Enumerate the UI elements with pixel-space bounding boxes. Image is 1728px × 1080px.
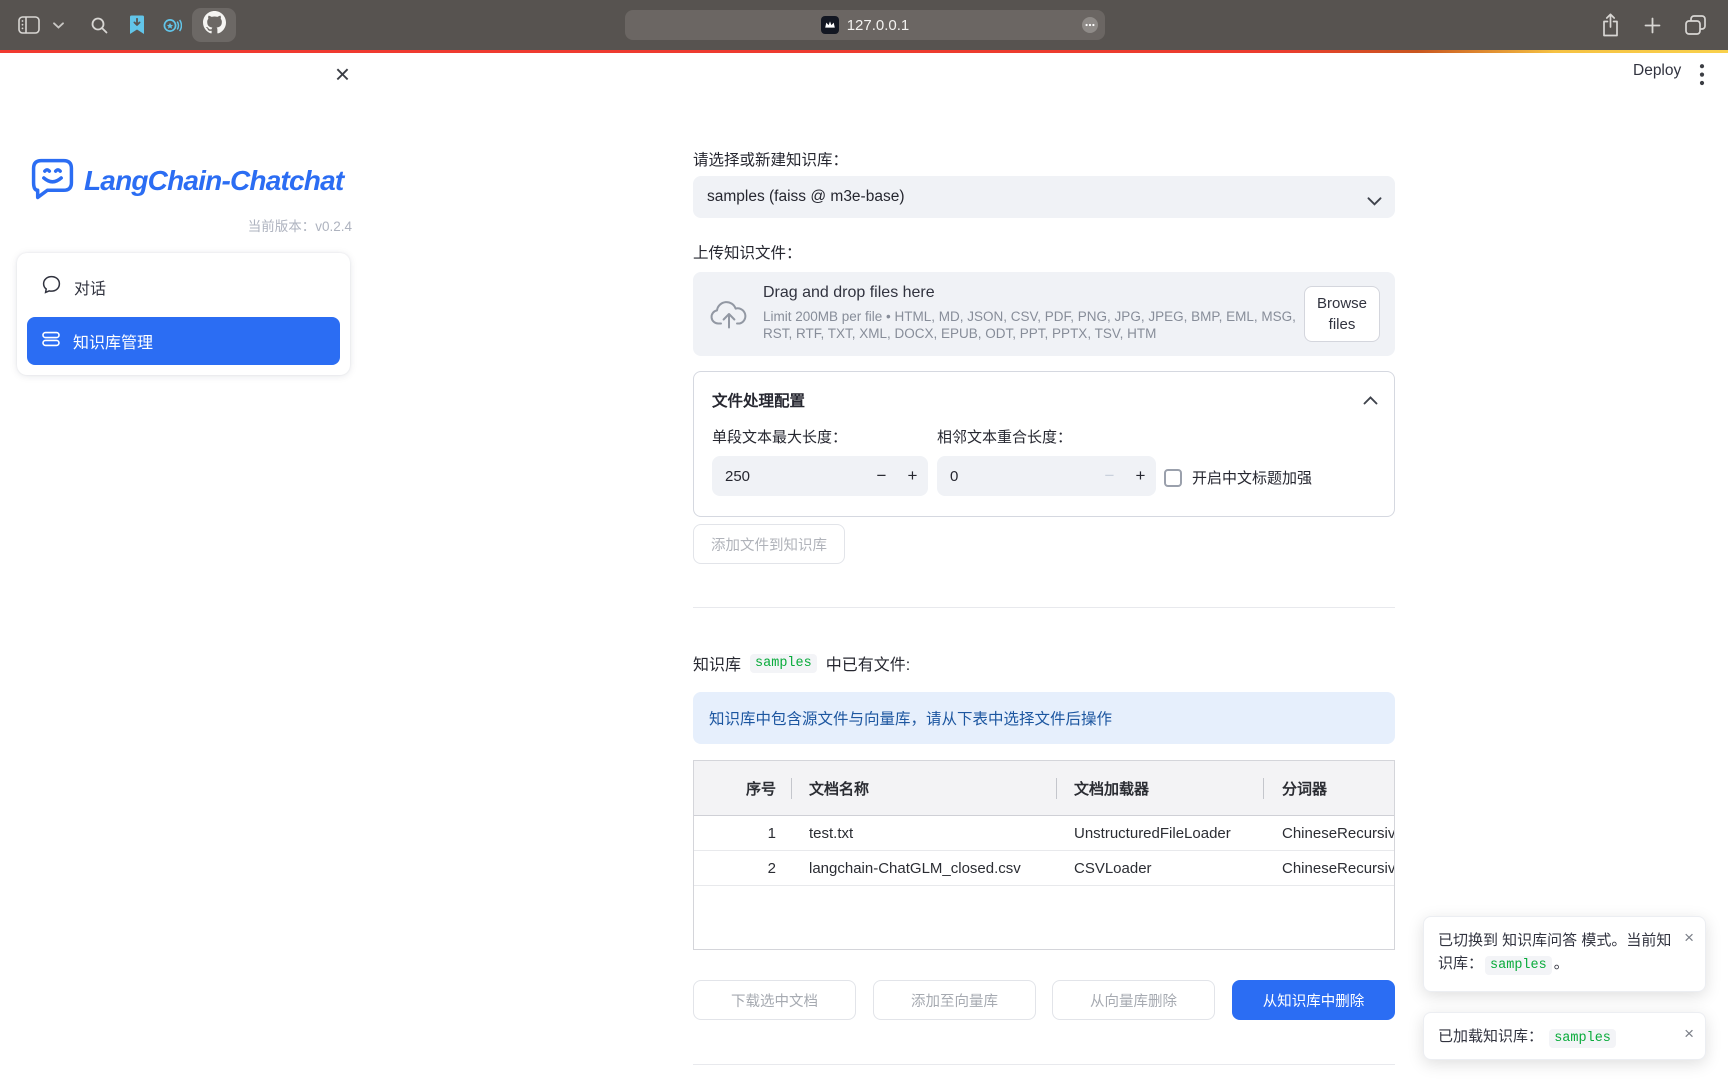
toast-close-icon[interactable]: × <box>1684 1022 1694 1045</box>
cell-loader: CSVLoader <box>1056 860 1263 877</box>
github-tab[interactable] <box>192 8 236 42</box>
chunk-overlap-input[interactable]: 0 − + <box>937 456 1156 496</box>
expander-title: 文件处理配置 <box>712 389 805 411</box>
zh-title-enhance-label: 开启中文标题加强 <box>1192 467 1312 488</box>
chevron-down-icon <box>1367 193 1382 211</box>
cell-index: 2 <box>694 860 791 877</box>
browse-files-button[interactable]: Browse files <box>1304 286 1380 342</box>
address-bar[interactable]: 127.0.0.1 <box>625 10 1105 40</box>
chatchat-logo-icon <box>30 157 75 205</box>
kb-name-code: samples <box>750 654 817 673</box>
kb-name-code: samples <box>1485 956 1552 975</box>
toast-mode-switched: 已切换到 知识库问答 模式。当前知识库：samples。 × <box>1423 916 1706 992</box>
cell-splitter: ChineseRecursiveT <box>1263 860 1395 877</box>
deploy-button[interactable]: Deploy <box>1633 62 1681 80</box>
chunk-overlap-label: 相邻文本重合长度： <box>937 426 1072 447</box>
cloud-upload-icon <box>710 299 748 335</box>
sidebar-item-label: 知识库管理 <box>73 329 153 353</box>
search-icon[interactable] <box>91 17 108 34</box>
divider <box>693 607 1395 608</box>
info-banner: 知识库中包含源文件与向量库，请从下表中选择文件后操作 <box>693 692 1395 744</box>
table-header-row: 序号 文档名称 文档加载器 分词器 <box>694 761 1395 816</box>
knowledge-base-icon <box>42 330 60 353</box>
upload-label: 上传知识文件： <box>693 241 802 263</box>
kb-files-heading: 知识库 samples 中已有文件: <box>693 651 910 675</box>
table-row[interactable]: 1 test.txt UnstructuredFileLoader Chines… <box>694 816 1395 851</box>
zh-title-enhance-row: 开启中文标题加强 <box>1164 467 1312 488</box>
github-icon <box>203 11 226 39</box>
toast-close-icon[interactable]: × <box>1684 926 1694 949</box>
new-tab-icon[interactable] <box>1644 17 1661 34</box>
browser-toolbar: 127.0.0.1 <box>0 0 1728 50</box>
kb-name-code: samples <box>1549 1029 1616 1048</box>
main-menu-kebab-icon[interactable] <box>1699 63 1705 92</box>
delete-from-vectorstore-button[interactable]: 从向量库删除 <box>1052 980 1215 1020</box>
dropzone-title: Drag and drop files here <box>763 284 935 302</box>
sidebar-toggle-icon[interactable] <box>18 16 40 34</box>
chevron-up-icon <box>1363 392 1378 410</box>
add-to-vectorstore-button[interactable]: 添加至向量库 <box>873 980 1036 1020</box>
sidebar: × LangChain-Chatchat 当前版本：v0.2.4 <box>0 53 368 1080</box>
version-text: 当前版本：v0.2.4 <box>248 215 352 235</box>
kb-files-table: 序号 文档名称 文档加载器 分词器 1 test.txt Unstructure… <box>693 760 1395 950</box>
brand: LangChain-Chatchat <box>30 157 343 205</box>
cell-index: 1 <box>694 825 791 842</box>
chat-bubble-icon <box>42 275 61 299</box>
chunk-size-value[interactable]: 250 <box>712 468 866 485</box>
toast-kb-loaded: 已加载知识库： samples × <box>1423 1012 1706 1060</box>
col-header-index[interactable]: 序号 <box>694 761 791 815</box>
download-selected-button[interactable]: 下载选中文档 <box>693 980 856 1020</box>
col-header-docname[interactable]: 文档名称 <box>791 761 1056 815</box>
col-header-loader[interactable]: 文档加载器 <box>1056 761 1263 815</box>
sidebar-item-dialogue[interactable]: 对话 <box>27 263 340 311</box>
file-config-expander[interactable]: 文件处理配置 单段文本最大长度： 相邻文本重合长度： 250 − + 0 − +… <box>693 371 1395 517</box>
zh-title-enhance-checkbox[interactable] <box>1164 469 1182 487</box>
divider <box>693 1064 1395 1065</box>
site-favicon <box>821 16 839 34</box>
tab-overview-icon[interactable] <box>1685 15 1706 35</box>
kb-select-value: samples (faiss @ m3e-base) <box>707 188 905 206</box>
kb-select-label: 请选择或新建知识库： <box>693 148 848 170</box>
chunk-overlap-minus-button: − <box>1094 466 1125 486</box>
table-row[interactable]: 2 langchain-ChatGLM_closed.csv CSVLoader… <box>694 851 1395 886</box>
page-options-icon[interactable] <box>1082 17 1098 33</box>
file-dropzone[interactable]: Drag and drop files here Limit 200MB per… <box>693 272 1395 356</box>
app-screen: 127.0.0.1 × <box>0 0 1728 1080</box>
kb-select[interactable]: samples (faiss @ m3e-base) <box>693 176 1395 218</box>
sidebar-item-label: 对话 <box>74 275 106 299</box>
sidebar-menu: 对话 知识库管理 <box>17 253 350 375</box>
pinned-tab-badge-icon[interactable] <box>162 16 182 35</box>
cell-splitter: ChineseRecursiveT <box>1263 825 1395 842</box>
chunk-size-minus-button[interactable]: − <box>866 466 897 486</box>
cell-loader: UnstructuredFileLoader <box>1056 825 1263 842</box>
sidebar-item-knowledge-base[interactable]: 知识库管理 <box>27 317 340 365</box>
chunk-size-plus-button[interactable]: + <box>897 466 928 486</box>
chevron-down-icon[interactable] <box>53 22 64 29</box>
sidebar-close-icon[interactable]: × <box>335 59 350 89</box>
delete-from-kb-button[interactable]: 从知识库中删除 <box>1232 980 1395 1020</box>
cell-docname: langchain-ChatGLM_closed.csv <box>791 860 1056 877</box>
chunk-overlap-plus-button[interactable]: + <box>1125 466 1156 486</box>
col-header-splitter[interactable]: 分词器 <box>1263 761 1395 815</box>
share-icon[interactable] <box>1601 13 1620 37</box>
chunk-overlap-value[interactable]: 0 <box>937 468 1094 485</box>
dropzone-limit-text: Limit 200MB per file • HTML, MD, JSON, C… <box>763 309 1301 342</box>
pinned-tab-bookmark-icon[interactable] <box>128 15 146 35</box>
chunk-size-input[interactable]: 250 − + <box>712 456 928 496</box>
brand-title: LangChain-Chatchat <box>84 165 343 197</box>
cell-docname: test.txt <box>791 825 1056 842</box>
chunk-size-label: 单段文本最大长度： <box>712 426 847 447</box>
add-files-button[interactable]: 添加文件到知识库 <box>693 524 845 564</box>
url-text: 127.0.0.1 <box>847 17 910 34</box>
